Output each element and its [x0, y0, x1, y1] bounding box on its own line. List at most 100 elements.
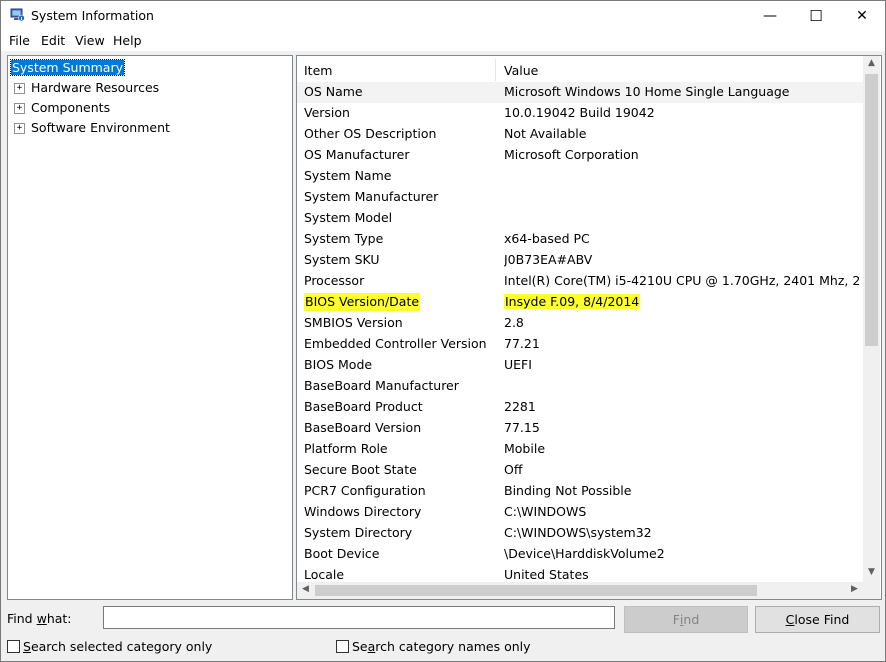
table-row[interactable]: Processor Intel(R) Core(TM) i5-4210U CPU …: [297, 271, 863, 292]
table-row[interactable]: System SKU J0B73EA#ABV: [297, 250, 863, 271]
find-label-pre: Find: [7, 611, 37, 626]
row-value: United States: [504, 567, 589, 582]
column-header-item[interactable]: Item: [297, 59, 496, 81]
row-value: UEFI: [504, 357, 532, 372]
row-value: C:\WINDOWS: [504, 504, 587, 519]
menu-bar: File Edit View Help: [1, 31, 885, 51]
column-header-value[interactable]: Value: [497, 59, 863, 81]
row-item: Locale: [304, 567, 345, 582]
row-item: Version: [304, 105, 350, 120]
row-item: OS Manufacturer: [304, 147, 410, 162]
expand-plus-icon[interactable]: +: [14, 83, 25, 94]
table-row[interactable]: BaseBoard Manufacturer: [297, 376, 863, 397]
tree-item-label: Components: [31, 100, 111, 115]
row-item: Secure Boot State: [304, 462, 417, 477]
table-row[interactable]: Other OS Description Not Available: [297, 124, 863, 145]
table-row[interactable]: System Name: [297, 166, 863, 187]
search-selected-key: S: [23, 639, 31, 654]
scrollbar-corner: [863, 582, 880, 599]
scroll-left-arrow-icon[interactable]: ◀: [297, 584, 314, 594]
table-row[interactable]: System Type x64-based PC: [297, 229, 863, 250]
row-value: Insyde F.09, 8/4/2014: [504, 294, 863, 309]
vertical-scrollbar[interactable]: ▲ ▼: [863, 56, 880, 582]
table-row[interactable]: OS Name Microsoft Windows 10 Home Single …: [297, 82, 863, 103]
table-row[interactable]: System Model: [297, 208, 863, 229]
minimize-button[interactable]: —: [747, 1, 793, 31]
table-row[interactable]: BIOS Mode UEFI: [297, 355, 863, 376]
table-row[interactable]: Secure Boot State Off: [297, 460, 863, 481]
table-row[interactable]: System Directory C:\WINDOWS\system32: [297, 523, 863, 544]
search-names-post: rch category names only: [375, 639, 531, 654]
scroll-up-arrow-icon[interactable]: ▲: [863, 58, 880, 68]
row-item: OS Name: [304, 84, 363, 99]
row-value: 2.8: [504, 315, 524, 330]
menu-file[interactable]: File: [9, 33, 30, 48]
table-row[interactable]: SMBIOS Version 2.8: [297, 313, 863, 334]
row-item: BaseBoard Manufacturer: [304, 378, 459, 393]
checkbox-box[interactable]: [7, 640, 20, 653]
row-item: Embedded Controller Version: [304, 336, 487, 351]
maximize-button[interactable]: ☐: [793, 1, 839, 31]
row-item: BIOS Version/Date: [304, 293, 421, 311]
close-find-button[interactable]: Close Find: [755, 606, 880, 633]
row-value: Microsoft Corporation: [504, 147, 639, 162]
row-item: Other OS Description: [304, 126, 437, 141]
table-row[interactable]: System Manufacturer: [297, 187, 863, 208]
row-value: 77.21: [504, 336, 540, 351]
table-row[interactable]: OS Manufacturer Microsoft Corporation: [297, 145, 863, 166]
find-what-input[interactable]: [103, 606, 615, 629]
close-button[interactable]: ✕: [839, 1, 885, 31]
row-value: Not Available: [504, 126, 587, 141]
scroll-right-arrow-icon[interactable]: ▶: [846, 584, 863, 594]
checkbox-label: Search selected category only: [23, 639, 212, 654]
row-item: System Directory: [304, 525, 413, 540]
find-what-label: Find what:: [7, 611, 72, 626]
expand-plus-icon[interactable]: +: [14, 103, 25, 114]
row-item: System Model: [304, 210, 393, 225]
search-category-names-checkbox[interactable]: Search category names only: [336, 639, 531, 654]
row-item: System SKU: [304, 252, 380, 267]
close-icon: ✕: [856, 8, 868, 24]
menu-help[interactable]: Help: [113, 33, 142, 48]
row-item: System Name: [304, 168, 392, 183]
tree-item-label: Software Environment: [31, 120, 170, 135]
highlight-mark: Insyde F.09, 8/4/2014: [504, 294, 641, 309]
row-item: Processor: [304, 273, 365, 288]
table-row[interactable]: Windows Directory C:\WINDOWS: [297, 502, 863, 523]
table-row[interactable]: BaseBoard Version 77.15: [297, 418, 863, 439]
row-item: BaseBoard Product: [304, 399, 423, 414]
category-tree[interactable]: System Summary + Hardware Resources + Co…: [7, 55, 293, 600]
horizontal-scroll-thumb[interactable]: [315, 585, 757, 596]
tree-item-label: Hardware Resources: [31, 80, 160, 95]
tree-item-label: System Summary: [10, 59, 125, 76]
table-row[interactable]: Platform Role Mobile: [297, 439, 863, 460]
table-row[interactable]: Embedded Controller Version 77.21: [297, 334, 863, 355]
menu-view[interactable]: View: [75, 33, 105, 48]
row-value: 77.15: [504, 420, 540, 435]
table-row[interactable]: Version 10.0.19042 Build 19042: [297, 103, 863, 124]
find-button-post: nd: [683, 612, 700, 627]
row-item: SMBIOS Version: [304, 315, 403, 330]
horizontal-scrollbar[interactable]: ◀ ▶: [297, 582, 863, 599]
table-row[interactable]: Boot Device \Device\HarddiskVolume2: [297, 544, 863, 565]
expand-plus-icon[interactable]: +: [14, 123, 25, 134]
row-item: BaseBoard Version: [304, 420, 422, 435]
title-bar[interactable]: System Information — ☐ ✕: [1, 1, 885, 31]
checkbox-box[interactable]: [336, 640, 349, 653]
details-list[interactable]: Item Value OS Name Microsoft Windows 10 H…: [296, 55, 882, 600]
table-row[interactable]: BIOS Version/Date Insyde F.09, 8/4/2014: [297, 292, 863, 313]
vertical-scroll-thumb[interactable]: [865, 74, 878, 346]
find-button[interactable]: Fi nd: [624, 606, 748, 633]
row-value: C:\WINDOWS\system32: [504, 525, 652, 540]
row-value: J0B73EA#ABV: [504, 252, 593, 267]
menu-edit[interactable]: Edit: [41, 33, 65, 48]
table-row[interactable]: PCR7 Configuration Binding Not Possible: [297, 481, 863, 502]
row-value: Binding Not Possible: [504, 483, 632, 498]
system-information-window: System Information — ☐ ✕ File Edit View …: [0, 0, 886, 662]
row-item: Boot Device: [304, 546, 380, 561]
search-selected-category-checkbox[interactable]: Search selected category only: [7, 639, 212, 654]
table-row[interactable]: BaseBoard Product 2281: [297, 397, 863, 418]
row-item: System Manufacturer: [304, 189, 439, 204]
scroll-down-arrow-icon[interactable]: ▼: [863, 567, 880, 577]
close-find-post: lose Find: [794, 612, 850, 627]
